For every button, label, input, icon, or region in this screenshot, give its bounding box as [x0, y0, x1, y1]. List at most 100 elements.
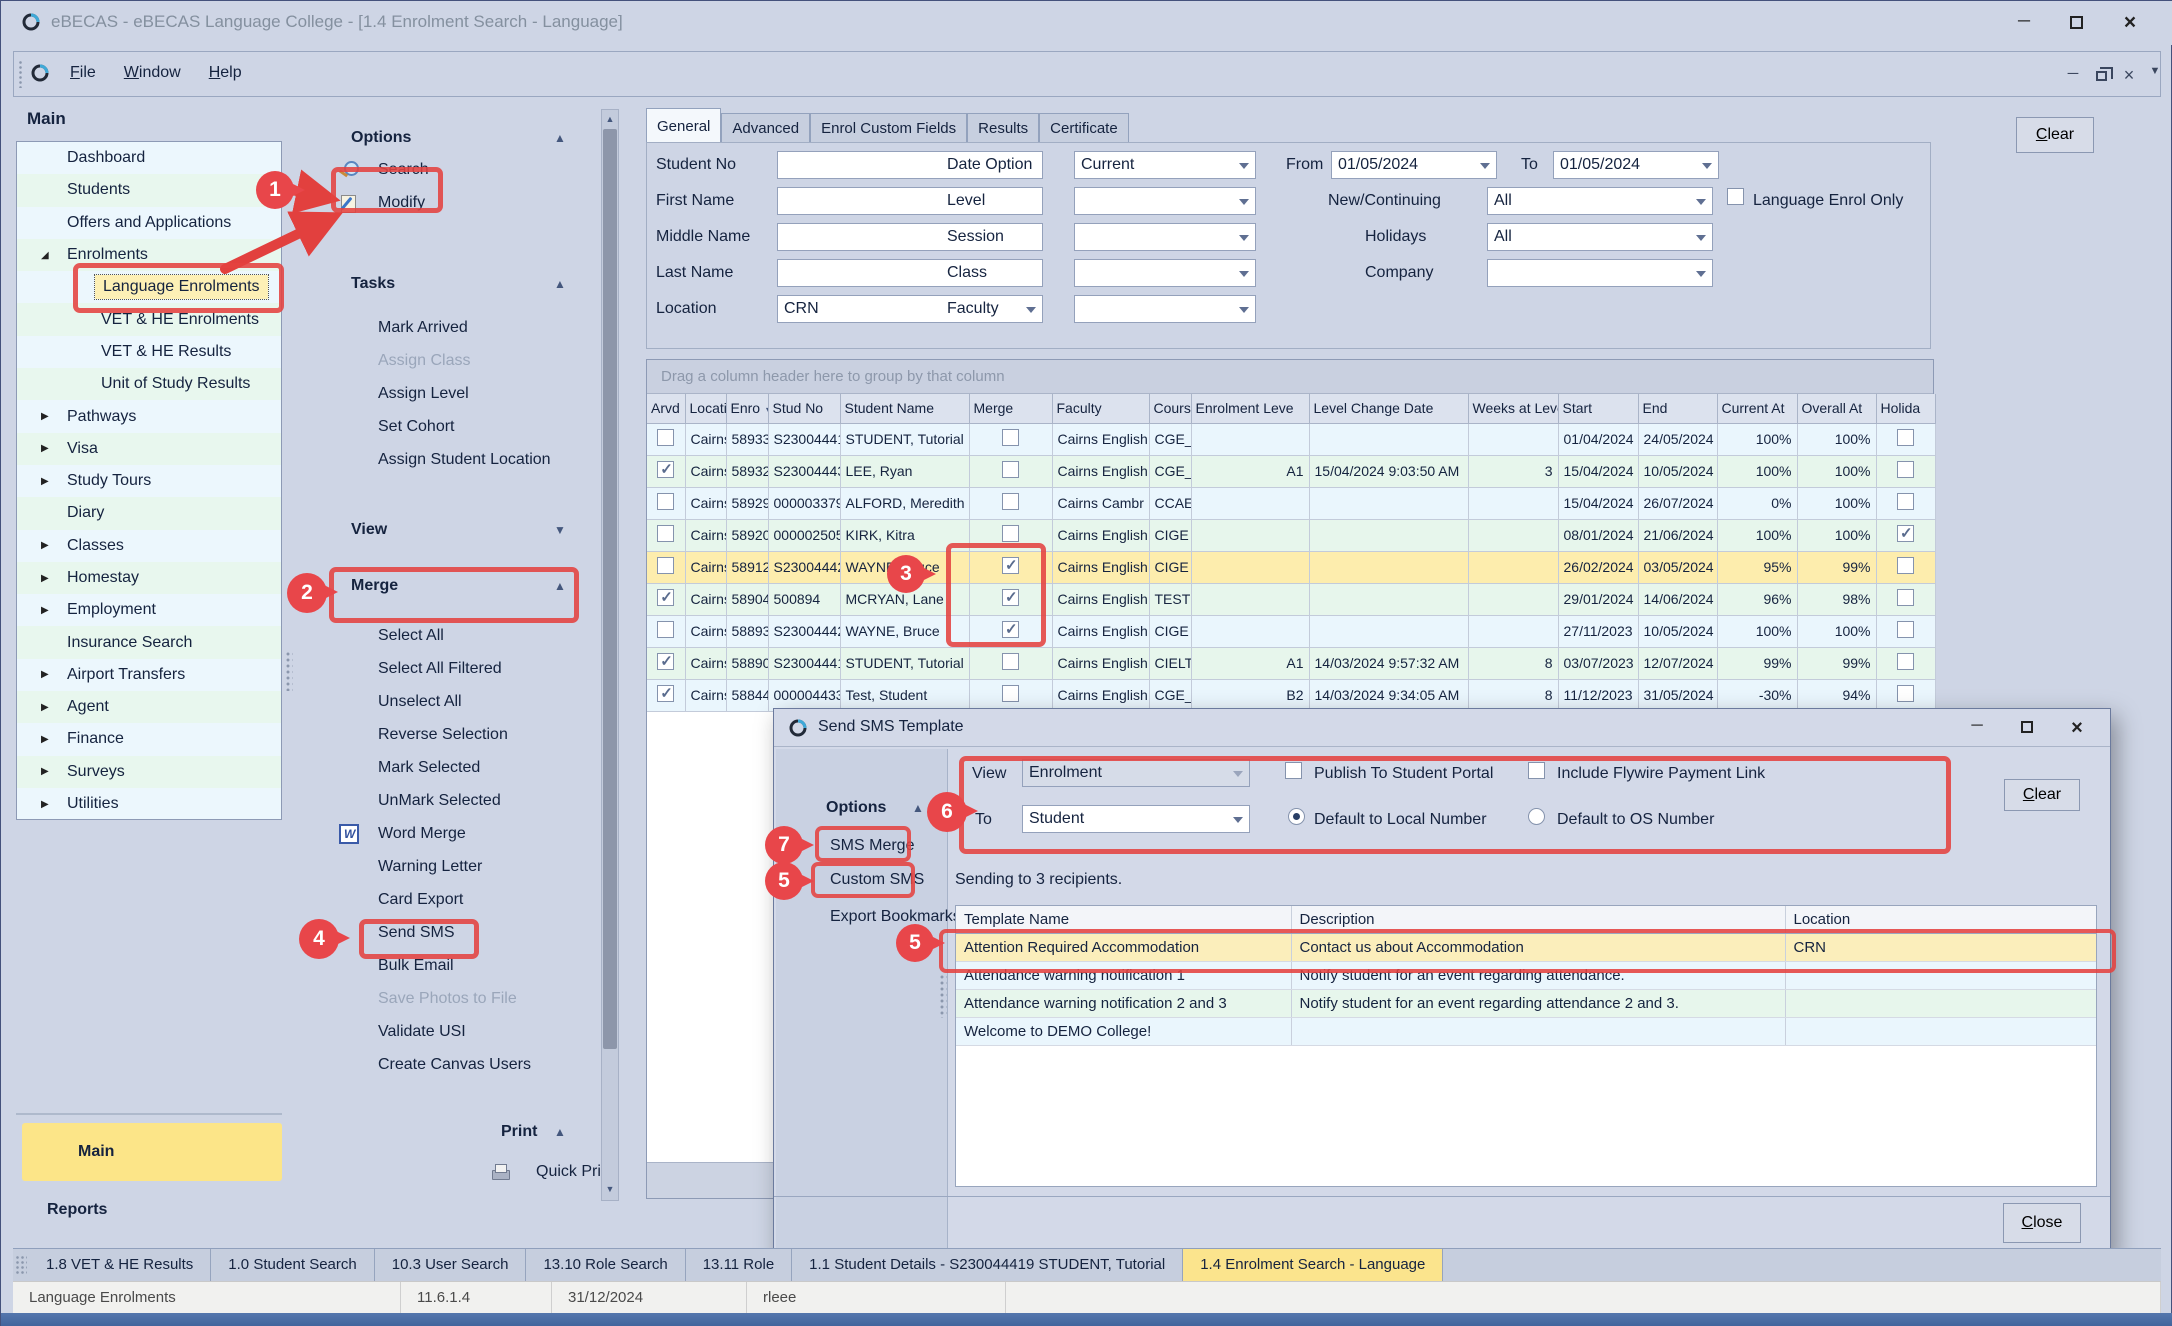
grid-column-header-arvd[interactable]: Arvd — [647, 394, 685, 423]
grid-column-header-merge[interactable]: Merge — [969, 394, 1052, 423]
collapse-icon[interactable]: ▲ — [554, 1125, 566, 1139]
sidebar-item-vet-he-results[interactable]: VET & HE Results — [17, 336, 281, 368]
window-tab-13-11-role[interactable]: 13.11 Role — [686, 1249, 792, 1281]
grid-column-header-level-change-date[interactable]: Level Change Date — [1309, 394, 1468, 423]
window-tab-1-4-enrolment-search-language[interactable]: 1.4 Enrolment Search - Language — [1183, 1249, 1443, 1281]
menu-item-help[interactable]: Help — [195, 52, 256, 82]
collapse-icon[interactable]: ▲ — [554, 277, 566, 291]
reverse-selection-button[interactable]: Reverse Selection — [378, 726, 508, 744]
section-header-print[interactable]: Print — [501, 1123, 537, 1141]
send-sms-button[interactable]: Send SMS — [378, 924, 454, 942]
sidebar-item-agent[interactable]: ▶Agent — [17, 691, 281, 723]
holiday-checkbox[interactable] — [1897, 589, 1914, 606]
table-row[interactable]: Cairns58904500894MCRYAN, LaneCairns Engl… — [647, 583, 1935, 615]
warning-letter-button[interactable]: Warning Letter — [378, 858, 482, 876]
expand-tree-icon[interactable]: ▶ — [41, 702, 49, 713]
validate-usi-button[interactable]: Validate USI — [378, 1023, 466, 1041]
window-tab-1-8-vet-he-results[interactable]: 1.8 VET & HE Results — [29, 1249, 211, 1281]
table-row[interactable]: Cairns588440000044332Test, StudentCairns… — [647, 679, 1935, 711]
modify-button[interactable]: Modify — [378, 194, 425, 212]
scroll-up-icon[interactable]: ▲ — [602, 114, 618, 124]
template-row[interactable]: Welcome to DEMO College! — [956, 1017, 2096, 1045]
search-button[interactable]: Search — [378, 161, 429, 179]
table-row[interactable]: Cairns58912S230044420WAYNE, BruceCairns … — [647, 551, 1935, 583]
template-column-header-description[interactable]: Description — [1291, 906, 1785, 933]
arrived-checkbox[interactable] — [657, 557, 674, 574]
flywire-link-checkbox[interactable] — [1528, 762, 1545, 779]
mark-arrived-button[interactable]: Mark Arrived — [378, 319, 468, 337]
tab-advanced[interactable]: Advanced — [721, 113, 810, 143]
grid-column-header-weeks-at-leve[interactable]: Weeks at Leve — [1468, 394, 1558, 423]
grid-column-header-stud-no[interactable]: Stud No — [768, 394, 840, 423]
toolbar-grip[interactable] — [18, 60, 23, 88]
merge-checkbox[interactable] — [1002, 493, 1019, 510]
arrived-checkbox[interactable] — [657, 525, 674, 542]
window-tab-1-0-student-search[interactable]: 1.0 Student Search — [211, 1249, 374, 1281]
arrived-checkbox[interactable] — [657, 621, 674, 638]
nav-main-button[interactable]: Main — [22, 1123, 282, 1181]
assign-level-button[interactable]: Assign Level — [378, 385, 469, 403]
arrived-checkbox[interactable] — [657, 493, 674, 510]
grid-column-header-current-at[interactable]: Current At — [1717, 394, 1797, 423]
grid-column-header-course[interactable]: Course — [1149, 394, 1191, 423]
mdi-restore-icon[interactable] — [2088, 65, 2114, 85]
select-all-filtered-button[interactable]: Select All Filtered — [378, 660, 502, 678]
section-header-tasks[interactable]: Tasks — [351, 275, 395, 293]
section-header-view[interactable]: View — [351, 521, 387, 539]
unselect-all-button[interactable]: Unselect All — [378, 693, 462, 711]
holiday-checkbox[interactable] — [1897, 525, 1914, 542]
grid-column-header-end[interactable]: End — [1638, 394, 1717, 423]
new-continuing-dropdown[interactable]: All — [1487, 187, 1713, 215]
to-date-dropdown[interactable]: 01/05/2024 — [1553, 151, 1719, 179]
nav-reports-button[interactable]: Reports — [47, 1201, 107, 1219]
bulk-email-button[interactable]: Bulk Email — [378, 957, 454, 975]
sidebar-item-offers-and-applications[interactable]: Offers and Applications — [17, 207, 281, 239]
sidebar-item-language-enrolments[interactable]: Language Enrolments — [17, 271, 281, 303]
collapse-icon[interactable]: ▲ — [912, 801, 924, 815]
create-canvas-users-button[interactable]: Create Canvas Users — [378, 1056, 531, 1074]
merge-checkbox[interactable] — [1002, 525, 1019, 542]
mdi-close-icon[interactable]: × — [2116, 65, 2142, 86]
holiday-checkbox[interactable] — [1897, 461, 1914, 478]
first-name-input[interactable] — [777, 187, 1043, 215]
location-dropdown[interactable]: CRN — [777, 295, 1043, 323]
grid-column-header-student-name[interactable]: Student Name — [840, 394, 969, 423]
os-number-radio[interactable] — [1528, 808, 1545, 825]
sidebar-item-visa[interactable]: ▶Visa — [17, 433, 281, 465]
holiday-checkbox[interactable] — [1897, 653, 1914, 670]
select-all-button[interactable]: Select All — [378, 627, 444, 645]
sidebar-item-classes[interactable]: ▶Classes — [17, 530, 281, 562]
grid-column-header-holida[interactable]: Holida — [1876, 394, 1935, 423]
collapse-icon[interactable]: ▲ — [554, 131, 566, 145]
arrived-checkbox[interactable] — [657, 429, 674, 446]
grid-column-header-enrolment-leve[interactable]: Enrolment Leve — [1191, 394, 1309, 423]
table-row[interactable]: Cairns58933S230044419STUDENT, TutorialCa… — [647, 423, 1935, 455]
table-row[interactable]: Cairns58893S230044420WAYNE, BruceCairns … — [647, 615, 1935, 647]
dialog-close-button[interactable]: Close — [2003, 1203, 2081, 1243]
expand-tree-icon[interactable]: ▶ — [41, 734, 49, 745]
close-button[interactable]: × — [2115, 11, 2145, 35]
tab-general[interactable]: General — [646, 108, 721, 143]
grid-group-hint[interactable]: Drag a column header here to group by th… — [647, 360, 1933, 394]
table-row[interactable]: Cairns58890S230044419STUDENT, TutorialCa… — [647, 647, 1935, 679]
template-row[interactable]: Attendance warning notification 1Notify … — [956, 961, 2096, 989]
word-merge-button[interactable]: Word Merge — [378, 825, 466, 843]
merge-checkbox[interactable] — [1002, 557, 1019, 574]
sidebar-item-vet-he-enrolments[interactable]: VET & HE Enrolments — [17, 303, 281, 335]
class-dropdown[interactable] — [1074, 259, 1256, 287]
minimize-button[interactable]: ─ — [2009, 11, 2039, 35]
template-column-header-template-name[interactable]: Template Name — [956, 906, 1291, 933]
set-cohort-button[interactable]: Set Cohort — [378, 418, 454, 436]
grid-column-header-faculty[interactable]: Faculty — [1052, 394, 1149, 423]
grid-column-header-start[interactable]: Start — [1558, 394, 1638, 423]
dialog-minimize-button[interactable]: ─ — [1964, 717, 1990, 735]
merge-checkbox[interactable] — [1002, 429, 1019, 446]
maximize-button[interactable] — [2061, 11, 2091, 35]
expand-tree-icon[interactable]: ▶ — [41, 669, 49, 680]
expand-tree-icon[interactable]: ▶ — [41, 476, 49, 487]
section-header-options[interactable]: Options — [351, 129, 411, 147]
grid-column-header-locatio[interactable]: Locatio — [685, 394, 726, 423]
search-clear-button[interactable]: Clear — [2016, 117, 2094, 153]
dialog-options-header[interactable]: Options — [826, 799, 886, 817]
merge-checkbox[interactable] — [1002, 621, 1019, 638]
